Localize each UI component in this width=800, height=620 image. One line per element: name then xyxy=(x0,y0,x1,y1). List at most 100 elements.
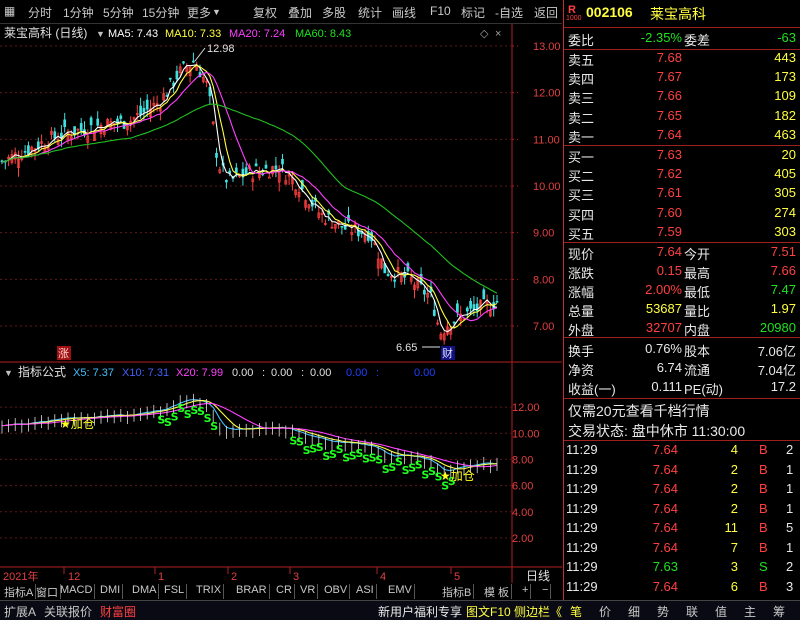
ma60-legend: MA60: 8.43 xyxy=(295,28,351,40)
panel-tab[interactable]: 值 xyxy=(715,603,727,620)
bid-row[interactable]: 买一 7.63 20 xyxy=(564,147,800,166)
quote-row: 涨跌 0.15 最高 7.66 xyxy=(568,263,796,281)
quote-panel: R 1000 002106 莱宝高科 委比 -2.35% 委差 -63 卖五 7.… xyxy=(563,0,800,600)
price-axis-label: 7.00 xyxy=(533,321,554,333)
indicator-tab[interactable]: 指标A xyxy=(2,584,37,599)
bid-row[interactable]: 买四 7.60 274 xyxy=(564,205,800,224)
stock-code: 002106 xyxy=(586,4,633,20)
bottom-bar: 扩展A 关联报价 财富圈 新用户福利专享 图文F10 侧边栏《 笔价细势联值主筹 xyxy=(0,600,800,620)
stock-header: R 1000 002106 莱宝高科 xyxy=(564,3,800,25)
zixuan-button[interactable]: -自选 xyxy=(495,4,523,21)
x5-legend: X5: 7.37 xyxy=(73,367,114,379)
tab-1min[interactable]: 1分钟 xyxy=(63,4,94,21)
tick-row: 11:29 7.64 2 B 1 xyxy=(566,461,794,477)
price-axis-label: 13.00 xyxy=(533,41,561,53)
f10-link[interactable]: 图文F10 xyxy=(466,603,511,620)
panel-tab[interactable]: 联 xyxy=(686,603,698,620)
kline-chart[interactable]: SSSSSSSSSSSSSSSSSSSSSSSSSSSSSSSSSS 13.00… xyxy=(0,24,562,583)
panel-tab[interactable]: 主 xyxy=(744,603,756,620)
price-axis-label: 12.00 xyxy=(533,88,561,100)
chart-title: 莱宝高科 (日线) xyxy=(4,25,87,40)
zero-value: 0.00 xyxy=(310,367,331,379)
tongji-button[interactable]: 统计 xyxy=(358,4,382,21)
month-label: 4 xyxy=(380,571,386,583)
ma-line xyxy=(1,64,498,329)
tab-15min[interactable]: 15分钟 xyxy=(142,4,179,21)
bid-row[interactable]: 买五 7.59 303 xyxy=(564,224,800,243)
biaoji-button[interactable]: 标记 xyxy=(461,4,485,21)
indicator-axis-label: 8.00 xyxy=(512,454,533,466)
panel-tab[interactable]: 笔 xyxy=(570,603,582,620)
month-label: 3 xyxy=(293,571,299,583)
svg-text:S: S xyxy=(210,420,218,433)
indicator-tab[interactable]: + xyxy=(520,584,532,599)
indicator-tab[interactable]: ASI xyxy=(354,584,377,599)
panel-tab[interactable]: 细 xyxy=(628,603,640,620)
stock-name: 莱宝高科 xyxy=(650,6,706,22)
price-axis-label: 9.00 xyxy=(533,228,554,240)
ad-link[interactable]: 新用户福利专享 xyxy=(378,603,462,620)
indicator-axis-label: 10.00 xyxy=(512,428,540,440)
bid-row[interactable]: 买二 7.62 405 xyxy=(564,166,800,185)
month-label: 5 xyxy=(454,571,460,583)
zero-value: 0.00 xyxy=(414,367,435,379)
indicator-tab[interactable]: VR xyxy=(298,584,319,599)
tick-row: 11:29 7.64 7 B 1 xyxy=(566,539,794,555)
ma10-legend: MA10: 7.33 xyxy=(165,28,221,40)
diamond-icon[interactable]: ◇ xyxy=(480,28,489,40)
indicator-tab[interactable]: FSL xyxy=(162,584,188,599)
indicator-tab[interactable]: BRAR xyxy=(234,584,270,599)
diejia-button[interactable]: 叠加 xyxy=(288,4,312,21)
panel-tab[interactable]: 势 xyxy=(657,603,669,620)
quote-row: 现价 7.64 今开 7.51 xyxy=(568,244,796,262)
ask-row[interactable]: 卖三 7.66 109 xyxy=(564,88,800,107)
indicator-tab[interactable]: 模 板 xyxy=(482,584,513,599)
indicator-tab[interactable]: MACD xyxy=(58,584,96,599)
panel-tab[interactable]: 价 xyxy=(599,603,611,620)
bid-row[interactable]: 买三 7.61 305 xyxy=(564,185,800,204)
chevron-down-icon[interactable]: ▼ xyxy=(96,29,105,39)
back-button[interactable]: 返回 xyxy=(534,4,558,21)
cai-badge: 财 xyxy=(442,346,453,360)
price-axis-label: 10.00 xyxy=(533,181,561,193)
duogu-button[interactable]: 多股 xyxy=(322,4,346,21)
exchange-sub: 1000 xyxy=(566,15,582,22)
indicator-tab[interactable]: 窗口 xyxy=(34,584,61,599)
chevron-down-icon[interactable]: ▼ xyxy=(4,368,13,378)
ma20-legend: MA20: 7.24 xyxy=(229,28,285,40)
expand-button[interactable]: 扩展A xyxy=(4,603,36,620)
month-label: 2 xyxy=(231,571,237,583)
sidebar-toggle[interactable]: 侧边栏《 xyxy=(514,603,562,620)
huaxian-button[interactable]: 画线 xyxy=(392,4,416,21)
related-quote-button[interactable]: 关联报价 xyxy=(44,603,92,620)
indicator-tab[interactable]: EMV xyxy=(386,584,415,599)
indicator-tab[interactable]: DMI xyxy=(98,584,124,599)
panel-tab[interactable]: 筹 xyxy=(773,603,785,620)
indicator-tab[interactable]: 指标B xyxy=(440,584,475,599)
tick-row: 11:29 7.64 11 B 5 xyxy=(566,520,794,535)
ask-row[interactable]: 卖五 7.68 443 xyxy=(564,50,800,69)
close-icon[interactable]: × xyxy=(495,28,501,40)
tab-5min[interactable]: 5分钟 xyxy=(103,4,134,21)
grid-icon[interactable]: ▦ xyxy=(4,4,15,18)
ask-row[interactable]: 卖一 7.64 463 xyxy=(564,127,800,146)
indicator-tab[interactable]: TRIX xyxy=(194,584,225,599)
tab-fenshi[interactable]: 分时 xyxy=(28,4,52,21)
tab-more[interactable]: 更多 xyxy=(187,4,211,21)
f10-button[interactable]: F10 xyxy=(430,4,451,18)
promo-row[interactable]: 仅需20元查看千档行情 xyxy=(564,401,800,421)
ask-row[interactable]: 卖二 7.65 182 xyxy=(564,108,800,127)
fuquan-button[interactable]: 复权 xyxy=(253,4,277,21)
ask-row[interactable]: 卖四 7.67 173 xyxy=(564,69,800,88)
chevron-down-icon[interactable]: ▼ xyxy=(212,7,221,17)
period-label[interactable]: 日线 xyxy=(526,569,550,583)
indicator-tab[interactable]: DMA xyxy=(130,584,160,599)
top-toolbar: ▦ 分时 1分钟 5分钟 15分钟 更多 ▼ 复权 叠加 多股 统计 画线 F1… xyxy=(0,0,562,24)
indicator-tab[interactable]: − xyxy=(540,584,552,599)
indicator-tab[interactable]: CR xyxy=(274,584,295,599)
tick-row: 11:29 7.63 3 S 2 xyxy=(566,559,794,574)
ma5-legend: MA5: 7.43 xyxy=(108,28,158,40)
wealth-circle-button[interactable]: 财富圈 xyxy=(100,603,136,620)
quote-row: 收益(一) 0.111 PE(动) 17.2 xyxy=(568,379,796,397)
indicator-tab[interactable]: OBV xyxy=(322,584,351,599)
